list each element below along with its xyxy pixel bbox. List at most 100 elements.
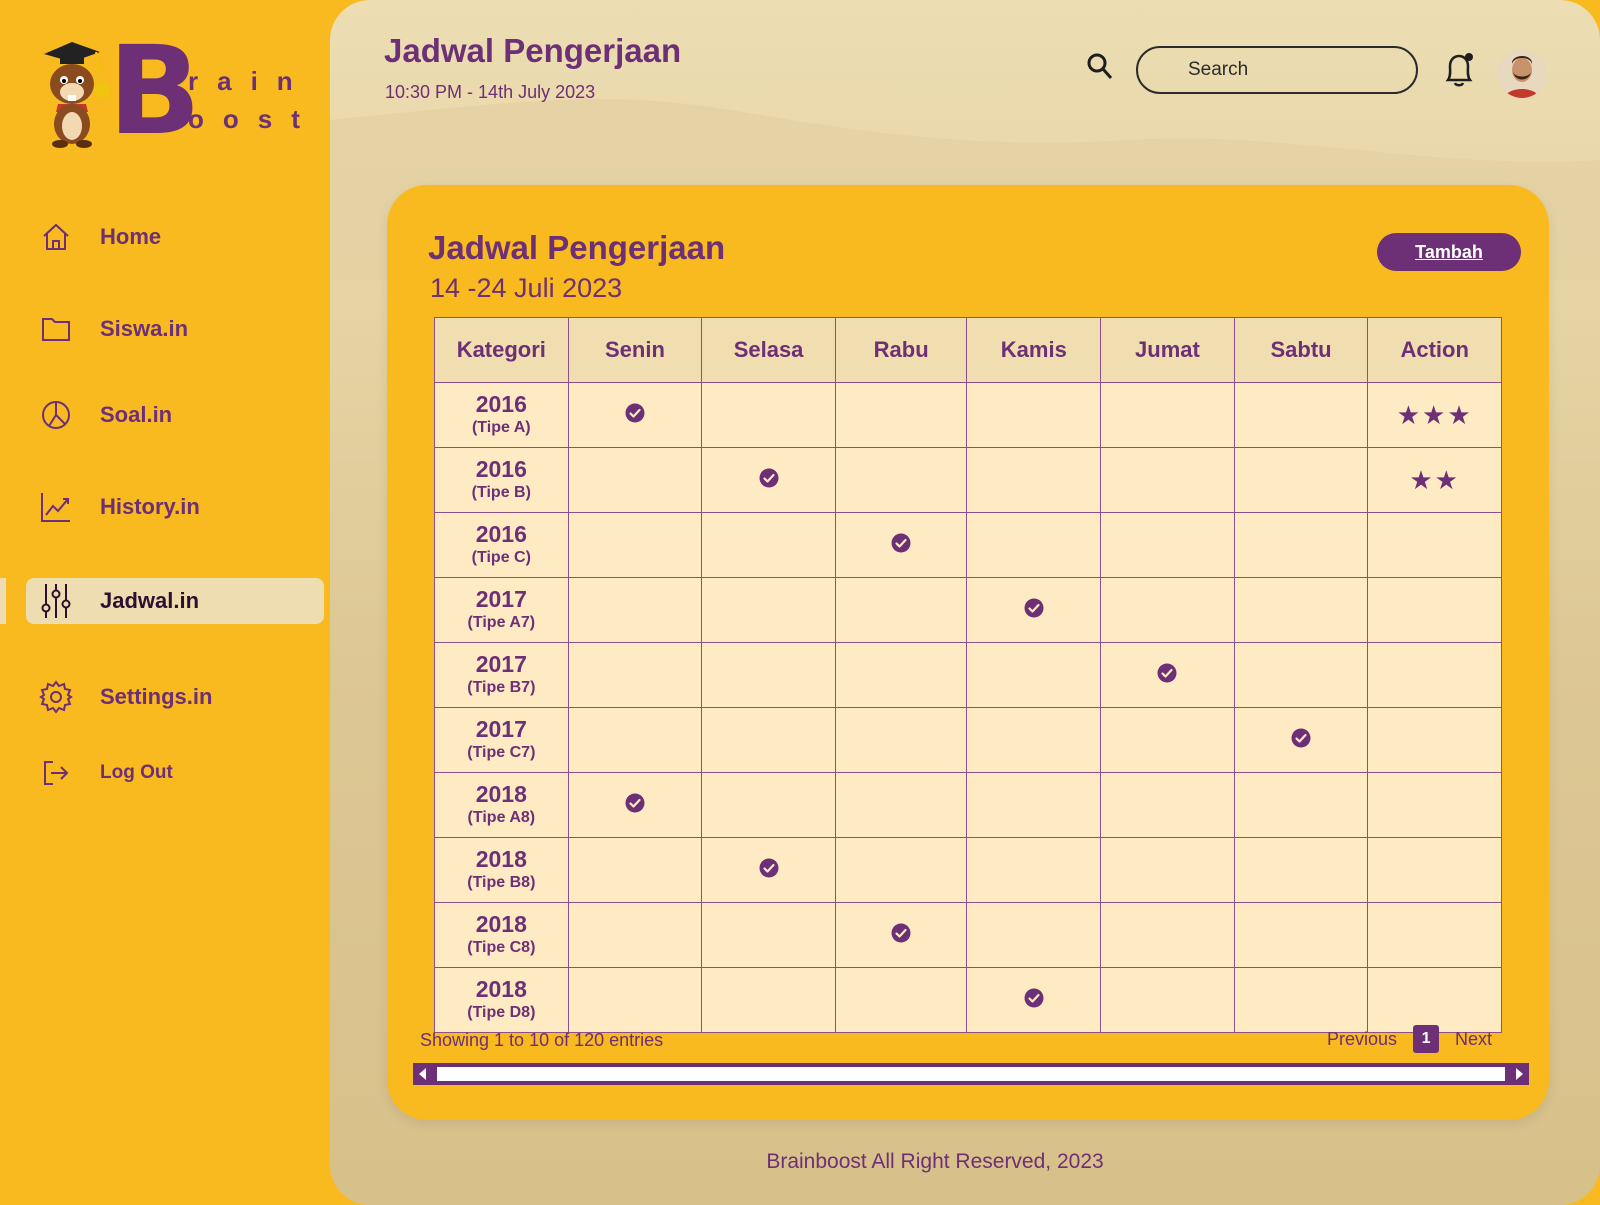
logout-icon <box>36 753 76 793</box>
sidebar-item-label: Siswa.in <box>100 316 189 341</box>
category-cell: 2018 (Tipe B8) <box>434 837 569 903</box>
schedule-cell <box>567 577 703 643</box>
category-year: 2018 <box>475 911 527 937</box>
add-schedule-button[interactable]: Tambah <box>1377 233 1521 271</box>
schedule-cell <box>834 382 968 448</box>
check-circle-icon[interactable] <box>625 793 645 813</box>
scrollbar-thumb[interactable] <box>437 1067 1505 1081</box>
action-cell <box>1367 642 1502 708</box>
check-circle-icon[interactable] <box>759 858 779 878</box>
category-cell: 2016 (Tipe C) <box>434 512 569 578</box>
sidebar-item-home[interactable]: Home <box>26 214 324 260</box>
notification-bell-icon[interactable] <box>1442 50 1476 90</box>
card-title: Jadwal Pengerjaan <box>428 229 726 266</box>
home-icon <box>36 217 76 257</box>
sidebar-item-settings[interactable]: Settings.in <box>26 674 324 720</box>
sidebar-item-history[interactable]: History.in <box>26 484 324 530</box>
schedule-cell <box>701 577 836 643</box>
search-input[interactable] <box>1136 46 1418 94</box>
check-circle-icon[interactable] <box>759 468 779 488</box>
horizontal-scrollbar[interactable] <box>413 1063 1529 1085</box>
sidebar-item-soal[interactable]: Soal.in <box>26 392 324 438</box>
line-chart-icon <box>36 487 76 527</box>
gear-icon <box>36 677 76 717</box>
schedule-cell <box>1100 642 1235 708</box>
schedule-cell <box>966 382 1102 448</box>
schedule-cell <box>966 447 1102 513</box>
page-title: Jadwal Pengerjaan <box>384 32 682 69</box>
check-circle-icon[interactable] <box>1024 988 1044 1008</box>
table-row[interactable]: 2017 (Tipe B7) <box>434 642 1502 708</box>
schedule-cell <box>1100 382 1235 448</box>
brainboost-logo[interactable]: B rain oost <box>38 30 300 160</box>
check-circle-icon[interactable] <box>1291 728 1311 748</box>
category-cell: 2017 (Tipe B7) <box>434 642 569 708</box>
category-year: 2016 <box>475 456 527 482</box>
column-header-kamis[interactable]: Kamis <box>966 317 1102 383</box>
schedule-cell <box>966 642 1102 708</box>
column-header-jumat[interactable]: Jumat <box>1100 317 1235 383</box>
schedule-cell <box>966 707 1102 773</box>
column-header-selasa[interactable]: Selasa <box>701 317 836 383</box>
previous-page-link[interactable]: Previous <box>1327 1029 1397 1050</box>
table-row[interactable]: 2016 (Tipe B) ★★ <box>434 447 1502 513</box>
schedule-cell <box>1100 772 1235 838</box>
folder-icon <box>36 309 76 349</box>
action-cell <box>1367 772 1502 838</box>
avatar[interactable] <box>1498 50 1546 98</box>
category-cell: 2017 (Tipe C7) <box>434 707 569 773</box>
table-row[interactable]: 2016 (Tipe A) ★★★ <box>434 382 1502 448</box>
action-cell <box>1367 577 1502 643</box>
table-row[interactable]: 2018 (Tipe D8) <box>434 967 1502 1033</box>
category-type: (Tipe D8) <box>467 1004 536 1021</box>
category-year: 2017 <box>475 586 527 612</box>
column-header-sabtu[interactable]: Sabtu <box>1233 317 1369 383</box>
table-row[interactable]: 2016 (Tipe C) <box>434 512 1502 578</box>
table-row[interactable]: 2018 (Tipe A8) <box>434 772 1502 838</box>
sidebar-item-jadwal[interactable]: Jadwal.in <box>26 578 324 624</box>
schedule-cell <box>1100 577 1235 643</box>
table-row[interactable]: 2018 (Tipe B8) <box>434 837 1502 903</box>
page-datetime: 10:30 PM - 14th July 2023 <box>385 82 596 102</box>
table-row[interactable]: 2018 (Tipe C8) <box>434 902 1502 968</box>
sidebar-item-logout[interactable]: Log Out <box>26 750 324 796</box>
check-circle-icon[interactable] <box>625 403 645 423</box>
category-year: 2016 <box>475 391 527 417</box>
schedule-cell <box>1233 382 1369 448</box>
table-header-row: Kategori Senin Selasa Rabu Kamis Jumat Sabtu Ac… <box>434 317 1502 383</box>
category-year: 2018 <box>475 846 527 872</box>
column-header-kategori[interactable]: Kategori <box>434 317 569 383</box>
table-row[interactable]: 2017 (Tipe C7) <box>434 707 1502 773</box>
column-header-rabu[interactable]: Rabu <box>834 317 968 383</box>
next-page-link[interactable]: Next <box>1455 1029 1492 1050</box>
table-row[interactable]: 2017 (Tipe A7) <box>434 577 1502 643</box>
schedule-cell <box>834 967 968 1033</box>
check-circle-icon[interactable] <box>1024 598 1044 618</box>
action-cell <box>1367 837 1502 903</box>
schedule-cell <box>701 967 836 1033</box>
check-circle-icon[interactable] <box>891 923 911 943</box>
schedule-cell <box>834 577 968 643</box>
schedule-cell <box>701 382 836 448</box>
search-icon[interactable] <box>1086 52 1114 82</box>
category-type: (Tipe B) <box>471 484 531 501</box>
rating-stars-icon[interactable]: ★★ <box>1409 465 1460 495</box>
main-content: Jadwal Pengerjaan 10:30 PM - 14th July 2… <box>330 0 1600 1205</box>
check-circle-icon[interactable] <box>891 533 911 553</box>
schedule-cell <box>1100 512 1235 578</box>
sidebar-item-siswa[interactable]: Siswa.in <box>26 306 324 352</box>
category-type: (Tipe A8) <box>467 809 536 826</box>
sidebar-item-label: Home <box>100 224 162 249</box>
schedule-cell <box>1233 577 1369 643</box>
scroll-right-icon[interactable] <box>1516 1068 1523 1080</box>
rating-stars-icon[interactable]: ★★★ <box>1397 400 1473 430</box>
check-circle-icon[interactable] <box>1157 663 1177 683</box>
column-header-action[interactable]: Action <box>1367 317 1502 383</box>
category-year: 2016 <box>475 521 527 547</box>
page-number-button[interactable]: 1 <box>1413 1025 1440 1053</box>
column-header-senin[interactable]: Senin <box>567 317 703 383</box>
sidebar-item-label: Soal.in <box>100 402 173 427</box>
schedule-cell <box>1233 642 1369 708</box>
scroll-left-icon[interactable] <box>419 1068 426 1080</box>
sidebar-item-label: Settings.in <box>100 684 213 709</box>
